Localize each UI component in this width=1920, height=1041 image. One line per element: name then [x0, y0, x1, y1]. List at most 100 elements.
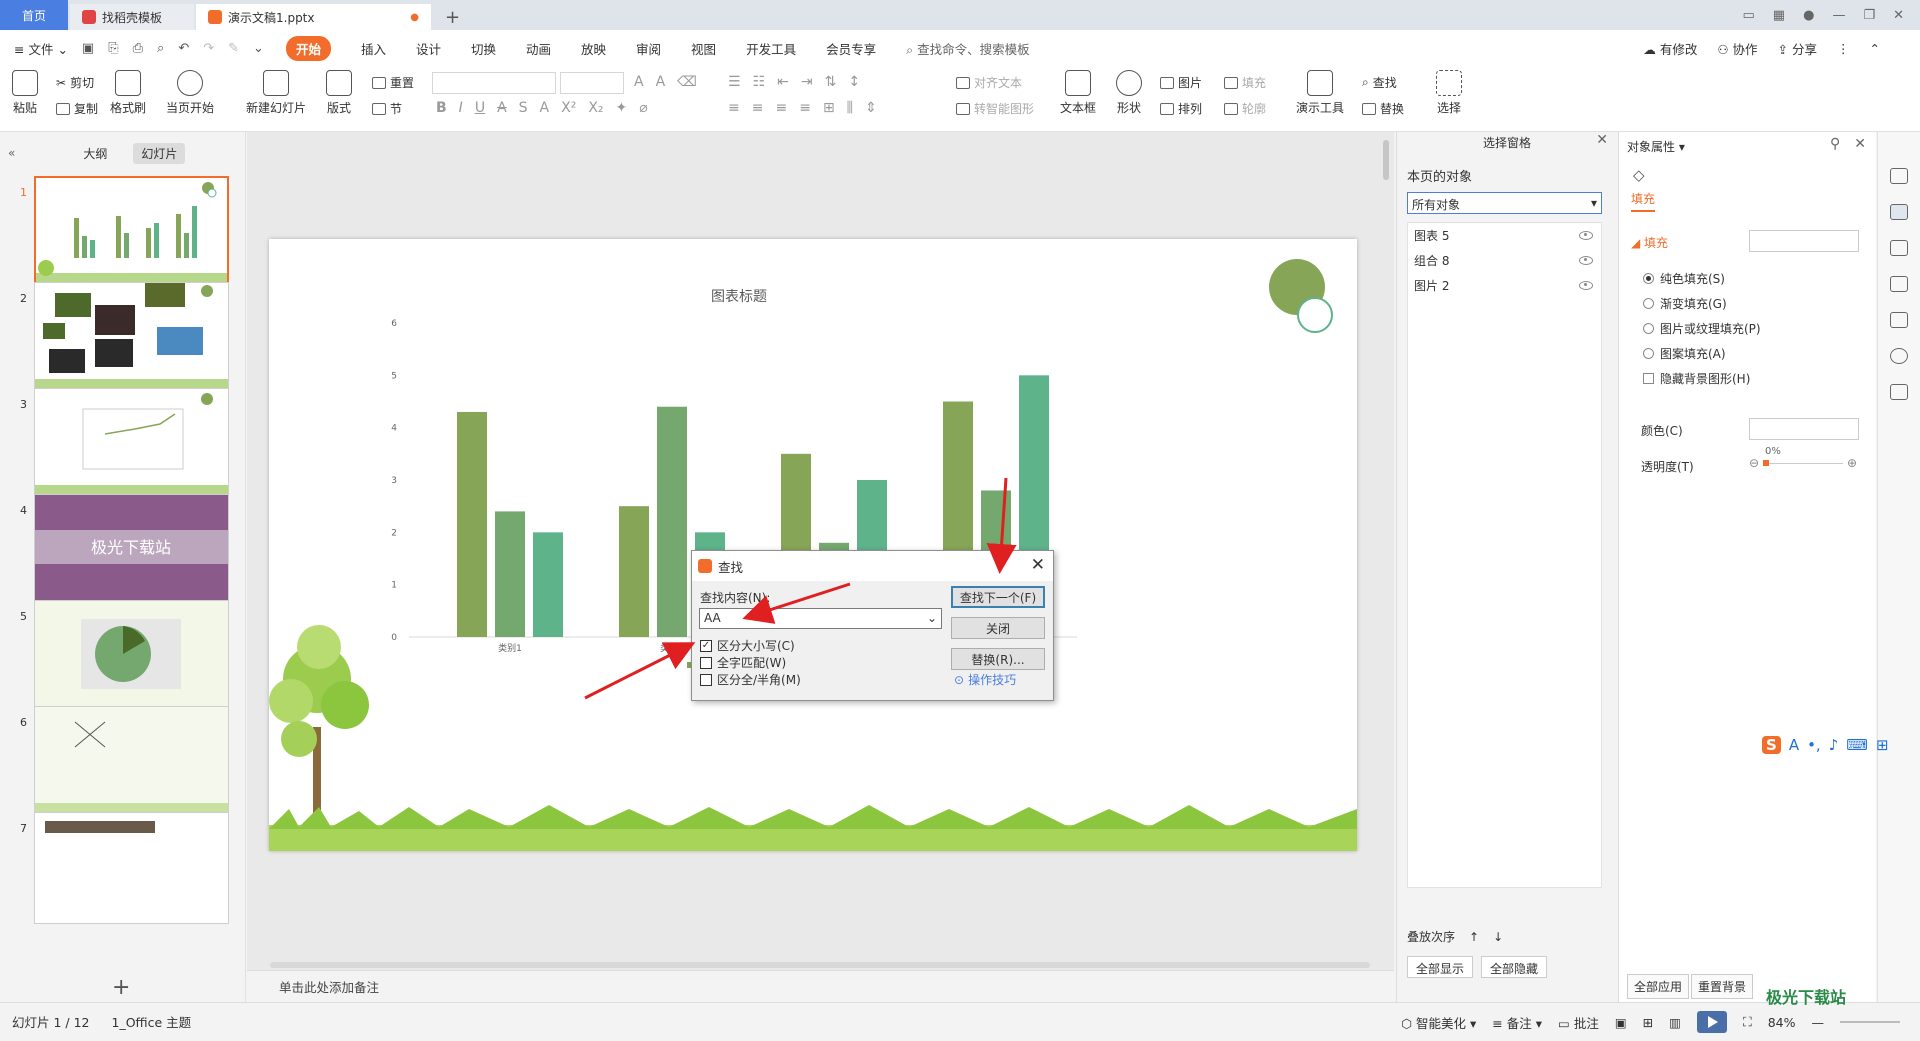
copy-button[interactable]: 复制 — [56, 100, 98, 117]
menu-design[interactable]: 设计 — [416, 39, 441, 58]
undo-icon[interactable]: ↶ — [178, 41, 189, 56]
transparency-slider[interactable]: ⊖ 0% ⊕ — [1749, 454, 1859, 474]
zoom-level[interactable]: 84% — [1768, 1015, 1796, 1030]
underline-icon[interactable]: U — [475, 100, 485, 116]
para-spacing-icon[interactable]: ⇕ — [865, 100, 877, 116]
text-direction-icon[interactable]: ⇅ — [825, 74, 837, 90]
tab-outline[interactable]: 大纲 — [75, 143, 115, 164]
plus-icon[interactable]: ⊕ — [1847, 456, 1857, 470]
new-slide-button[interactable]: 新建幻灯片 — [246, 70, 306, 116]
tab-template[interactable]: 找稻壳模板 — [70, 4, 194, 30]
paste-button[interactable]: 粘贴 — [12, 70, 38, 116]
tab-home[interactable]: 首页 — [0, 0, 68, 30]
tips-link[interactable]: ⊙操作技巧 — [954, 671, 1016, 688]
fill-tab[interactable]: 填充 — [1631, 190, 1655, 212]
picture-fill-radio[interactable]: 图片或纹理填充(P) — [1643, 320, 1761, 337]
menu-developer[interactable]: 开发工具 — [746, 39, 796, 58]
match-case-checkbox[interactable]: ✓区分大小写(C) — [700, 637, 795, 654]
object-item[interactable]: 图表 5 — [1408, 223, 1601, 248]
eraser-icon[interactable]: ⌫ — [677, 74, 697, 90]
comment-icon[interactable] — [1890, 276, 1908, 292]
image-icon[interactable] — [1890, 312, 1908, 328]
superscript-icon[interactable]: X² — [561, 100, 576, 116]
line-spacing-icon[interactable]: ↕ — [848, 74, 860, 90]
format-painter-button[interactable]: 格式刷 — [110, 70, 146, 116]
fit-window-icon[interactable]: ⛶ — [1743, 1014, 1752, 1030]
normal-view-icon[interactable]: ▣ — [1615, 1015, 1627, 1030]
slide-thumb-4[interactable]: 极光下载站 — [34, 494, 229, 606]
new-tab-button[interactable]: + — [433, 4, 472, 30]
select-button[interactable]: 选择 — [1436, 70, 1462, 116]
command-search[interactable]: ⌕ 查找命令、搜索模板 — [906, 39, 1030, 58]
slider-thumb[interactable] — [1763, 460, 1769, 466]
close-dialog-icon[interactable]: ✕ — [1031, 555, 1045, 575]
modified-button[interactable]: ☁ 有修改 — [1643, 39, 1697, 58]
layout-button[interactable]: 版式 — [326, 70, 352, 116]
book-icon[interactable] — [1890, 384, 1908, 400]
slide-thumb-7[interactable] — [34, 812, 229, 924]
close-button[interactable]: 关闭 — [951, 617, 1045, 639]
tab-slides[interactable]: 幻灯片 — [133, 143, 185, 164]
pattern-fill-radio[interactable]: 图案填充(A) — [1643, 345, 1726, 362]
redo-icon[interactable]: ↷ — [203, 41, 214, 56]
reset-button[interactable]: 重置 — [372, 74, 414, 91]
menu-view[interactable]: 视图 — [691, 39, 716, 58]
shape-button[interactable]: 形状 — [1116, 70, 1142, 116]
menu-slideshow[interactable]: 放映 — [581, 39, 606, 58]
hide-bg-checkbox[interactable]: 隐藏背景图形(H) — [1643, 370, 1750, 387]
convert-smartart-button[interactable]: 转智能图形 — [956, 100, 1034, 117]
outline-button[interactable]: 轮廓 — [1224, 100, 1266, 117]
share-button[interactable]: ⇪ 分享 — [1778, 39, 1817, 58]
object-filter-select[interactable]: 所有对象▾ — [1407, 192, 1602, 214]
font-size-select[interactable] — [560, 72, 624, 94]
file-menu[interactable]: ≡ 文件 ⌄ — [14, 39, 68, 58]
menu-animation[interactable]: 动画 — [526, 39, 551, 58]
fill-button[interactable]: 填充 — [1224, 74, 1266, 91]
bullet-list-icon[interactable]: ☰ — [728, 74, 741, 90]
solid-fill-radio[interactable]: 纯色填充(S) — [1643, 270, 1725, 287]
justify-icon[interactable]: ≡ — [799, 100, 811, 116]
rocket-icon[interactable] — [1890, 168, 1908, 184]
ime-punct-icon[interactable]: •, — [1807, 736, 1821, 754]
align-center-icon[interactable]: ≡ — [752, 100, 764, 116]
highlight-icon[interactable]: ⌀ — [639, 100, 647, 116]
ime-mode-icon[interactable]: A — [1789, 736, 1799, 754]
char-spacing-icon[interactable]: ✦ — [616, 100, 628, 116]
find-button[interactable]: ⌕查找 — [1362, 74, 1397, 91]
eye-icon[interactable] — [1579, 281, 1593, 290]
collapse-ribbon-icon[interactable]: ⌃ — [1870, 41, 1880, 56]
replace-dialog-button[interactable]: 替换(R)... — [951, 648, 1045, 670]
italic-icon[interactable]: I — [459, 100, 463, 116]
find-dialog-titlebar[interactable]: 查找 — [692, 551, 1053, 581]
object-item[interactable]: 组合 8 — [1408, 248, 1601, 273]
replace-button[interactable]: 替换 — [1362, 100, 1404, 117]
shrink-font-icon[interactable]: A — [656, 74, 666, 90]
slide-thumb-6[interactable] — [34, 706, 229, 818]
fill-type-select[interactable] — [1749, 230, 1859, 252]
hide-all-button[interactable]: 全部隐藏 — [1481, 956, 1547, 978]
present-tool-button[interactable]: 演示工具 — [1296, 70, 1344, 116]
ime-keyboard-icon[interactable]: ⌨ — [1846, 736, 1868, 754]
full-half-checkbox[interactable]: 区分全/半角(M) — [700, 671, 801, 688]
move-down-icon[interactable]: ↓ — [1493, 930, 1503, 944]
slideshow-play-button[interactable] — [1697, 1011, 1727, 1033]
gradient-fill-radio[interactable]: 渐变填充(G) — [1643, 295, 1727, 312]
property-pane-title[interactable]: 对象属性 ▾ — [1627, 138, 1685, 155]
tab-document[interactable]: 演示文稿1.pptx ● — [196, 4, 431, 30]
sorter-view-icon[interactable]: ⊞ — [1643, 1015, 1653, 1030]
slide-thumb-1[interactable] — [34, 176, 229, 288]
print-icon[interactable]: ⎙ — [133, 41, 143, 56]
columns-icon[interactable]: ⫼ — [847, 100, 853, 116]
layout-icon[interactable]: ▭ — [1743, 8, 1755, 23]
ime-logo-icon[interactable]: S — [1762, 736, 1781, 754]
find-what-input[interactable]: AA⌄ — [699, 608, 942, 629]
strikethrough-icon[interactable]: A — [497, 100, 507, 116]
increase-indent-icon[interactable]: ⇥ — [801, 74, 813, 90]
subscript-icon[interactable]: X₂ — [588, 100, 603, 116]
reset-background-button[interactable]: 重置背景 — [1691, 974, 1753, 999]
decrease-indent-icon[interactable]: ⇤ — [777, 74, 789, 90]
menu-review[interactable]: 审阅 — [636, 39, 661, 58]
export-icon[interactable]: ⎘ — [108, 41, 118, 56]
close-window-icon[interactable]: ✕ — [1893, 8, 1904, 23]
restore-icon[interactable]: ❐ — [1863, 8, 1875, 23]
